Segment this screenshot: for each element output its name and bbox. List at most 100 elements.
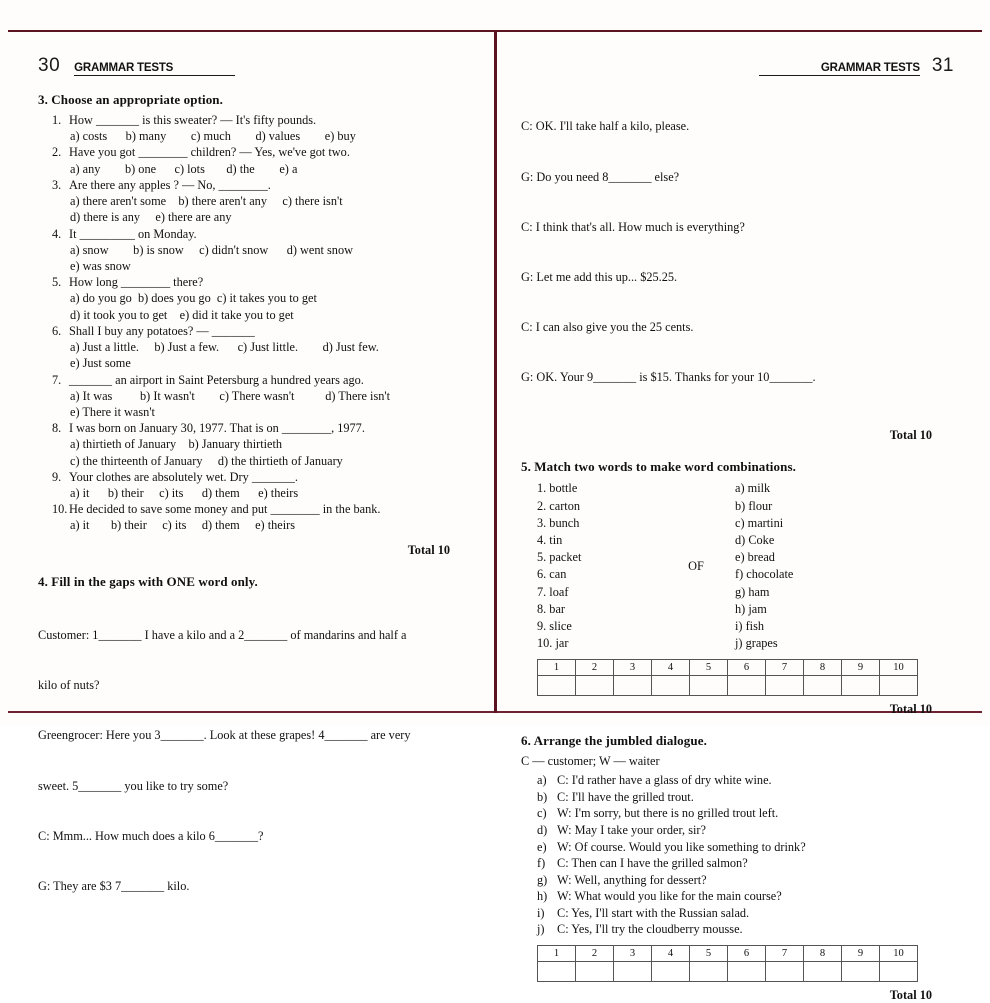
- exercise-4-dialogue-right: C: OK. I'll take half a kilo, please. G:…: [521, 85, 954, 419]
- grid-header-cell: 4: [651, 659, 690, 677]
- question-options[interactable]: a) it b) their c) its d) them e) theirs: [70, 485, 472, 501]
- running-head-left: 30 GRAMMAR TESTS: [38, 55, 472, 81]
- grid-answer-cell[interactable]: [727, 675, 766, 697]
- grid-answer-cell[interactable]: [575, 675, 614, 697]
- question-options[interactable]: a) snow b) is snow c) didn't snow d) wen…: [70, 242, 472, 274]
- dialogue-item[interactable]: j) C: Yes, I'll try the cloudberry mousse…: [537, 921, 954, 938]
- grid-answer-cell[interactable]: [537, 960, 576, 982]
- dialogue-line: C: OK. I'll take half a kilo, please.: [521, 119, 690, 134]
- item-text: W: Of course. Would you like something t…: [557, 839, 806, 854]
- grid-answer-cell[interactable]: [765, 960, 804, 982]
- grid-answer-cell[interactable]: [537, 675, 576, 697]
- dialogue-line[interactable]: G: Do you need 8_______ else?: [521, 169, 954, 186]
- grid-answer-cell[interactable]: [613, 675, 652, 697]
- match-right-item[interactable]: c) martini: [735, 515, 885, 532]
- match-left-item[interactable]: 6. can: [537, 566, 657, 583]
- grid-answer-cell[interactable]: [841, 675, 880, 697]
- grid-answer-cell[interactable]: [765, 675, 804, 697]
- page-right: GRAMMAR TESTS 31 C: OK. I'll take half a…: [497, 31, 982, 1002]
- match-left-item[interactable]: 8. bar: [537, 601, 657, 618]
- dialogue-line[interactable]: sweet. 5_______ you like to try some?: [38, 778, 472, 795]
- question-options[interactable]: a) there aren't some b) there aren't any…: [70, 193, 472, 225]
- running-head-rule-right: GRAMMAR TESTS: [758, 62, 920, 76]
- match-left-item[interactable]: 3. bunch: [537, 515, 657, 532]
- grid-header-row: 1 2 3 4 5 6 7 8 9 10: [537, 659, 918, 677]
- question-item: 6. Shall I buy any potatoes? — _______ a)…: [52, 323, 472, 372]
- dialogue-item[interactable]: e) W: Of course. Would you like something…: [537, 839, 954, 856]
- match-left-item[interactable]: 10. jar: [537, 635, 657, 652]
- dialogue-line[interactable]: G: OK. Your 9_______ is $15. Thanks for …: [521, 369, 954, 386]
- dialogue-line[interactable]: C: Mmm... How much does a kilo 6_______?: [38, 828, 472, 845]
- question-item: 1. How _______ is this sweater? — It's fi…: [52, 112, 472, 144]
- question-options[interactable]: a) it b) their c) its d) them e) theirs: [70, 517, 472, 533]
- dialogue-item[interactable]: h) W: What would you like for the main co…: [537, 888, 954, 905]
- question-item: 2. Have you got ________ children? — Yes,…: [52, 144, 472, 176]
- dialogue-item[interactable]: g) W: Well, anything for dessert?: [537, 872, 954, 889]
- question-options[interactable]: a) thirtieth of January b) January thirt…: [70, 436, 472, 468]
- dialogue-item[interactable]: c) W: I'm sorry, but there is no grilled …: [537, 805, 954, 822]
- match-left-item[interactable]: 4. tin: [537, 532, 657, 549]
- match-right-item[interactable]: d) Coke: [735, 532, 885, 549]
- item-letter: e): [537, 839, 547, 854]
- grid-header-cell: 3: [613, 659, 652, 677]
- question-options[interactable]: a) do you go b) does you go c) it takes …: [70, 290, 472, 322]
- question-number: 7.: [52, 372, 62, 387]
- match-right-item[interactable]: j) grapes: [735, 635, 885, 652]
- question-number: 8.: [52, 421, 62, 436]
- grid-answer-row: [537, 675, 918, 697]
- match-right-item[interactable]: b) flour: [735, 498, 885, 515]
- item-letter: h): [537, 889, 548, 904]
- match-right-item[interactable]: g) ham: [735, 584, 885, 601]
- item-letter: i): [537, 905, 545, 920]
- grid-header-row: 1 2 3 4 5 6 7 8 9 10: [537, 944, 918, 962]
- match-right-item[interactable]: a) milk: [735, 480, 885, 497]
- grid-answer-cell[interactable]: [879, 960, 918, 982]
- grid-answer-cell[interactable]: [841, 960, 880, 982]
- grid-answer-cell[interactable]: [803, 960, 842, 982]
- dialogue-item[interactable]: d) W: May I take your order, sir?: [537, 822, 954, 839]
- grid-header-cell: 3: [613, 944, 652, 962]
- question-options[interactable]: a) costs b) many c) much d) values e) bu…: [70, 128, 472, 144]
- dialogue-item[interactable]: b) C: I'll have the grilled trout.: [537, 789, 954, 806]
- question-item: 7. _______ an airport in Saint Petersburg…: [52, 372, 472, 421]
- grid-answer-cell[interactable]: [689, 675, 728, 697]
- grid-answer-cell[interactable]: [651, 675, 690, 697]
- grid-answer-cell[interactable]: [575, 960, 614, 982]
- exercise-5-title: 5. Match two words to make word combinat…: [521, 459, 796, 475]
- match-right-item[interactable]: i) fish: [735, 618, 885, 635]
- dialogue-line[interactable]: Customer: 1_______ I have a kilo and a 2…: [38, 627, 472, 644]
- match-left-item[interactable]: 5. packet: [537, 549, 657, 566]
- dialogue-item[interactable]: f) C: Then can I have the grilled salmon?: [537, 855, 954, 872]
- dialogue-line[interactable]: G: They are $3 7_______ kilo.: [38, 878, 472, 895]
- match-right-column: a) milk b) flour c) martini d) Coke e) b…: [735, 480, 885, 652]
- match-right-item[interactable]: f) chocolate: [735, 566, 885, 583]
- exercise-6-answer-grid: 1 2 3 4 5 6 7 8 9 10: [537, 944, 918, 982]
- grid-answer-cell[interactable]: [879, 675, 918, 697]
- grid-answer-cell[interactable]: [613, 960, 652, 982]
- exercise-3-questions: 1. How _______ is this sweater? — It's fi…: [38, 112, 472, 534]
- dialogue-item[interactable]: i) C: Yes, I'll start with the Russian sa…: [537, 905, 954, 922]
- dialogue-line[interactable]: Greengrocer: Here you 3_______. Look at …: [38, 727, 472, 744]
- match-left-item[interactable]: 1. bottle: [537, 480, 657, 497]
- running-head-rule-left: GRAMMAR TESTS: [74, 62, 236, 76]
- dialogue-item[interactable]: a) C: I'd rather have a glass of dry whit…: [537, 772, 954, 789]
- question-options[interactable]: a) It was b) It wasn't c) There wasn't d…: [70, 388, 472, 420]
- match-left-item[interactable]: 9. slice: [537, 618, 657, 635]
- match-right-item[interactable]: e) bread: [735, 549, 885, 566]
- question-stem: _______ an airport in Saint Petersburg a…: [69, 372, 364, 387]
- item-letter: b): [537, 789, 548, 804]
- question-options[interactable]: a) any b) one c) lots d) the e) a: [70, 161, 472, 177]
- question-stem: It _________ on Monday.: [69, 226, 197, 241]
- match-left-item[interactable]: 2. carton: [537, 498, 657, 515]
- match-left-item[interactable]: 7. loaf: [537, 584, 657, 601]
- grid-answer-cell[interactable]: [689, 960, 728, 982]
- question-stem: Shall I buy any potatoes? — _______: [69, 323, 255, 338]
- grid-answer-row: [537, 960, 918, 982]
- question-number: 5.: [52, 275, 62, 290]
- running-head-text-left: GRAMMAR TESTS: [74, 62, 174, 74]
- match-right-item[interactable]: h) jam: [735, 601, 885, 618]
- grid-answer-cell[interactable]: [651, 960, 690, 982]
- question-options[interactable]: a) Just a little. b) Just a few. c) Just…: [70, 339, 472, 371]
- grid-answer-cell[interactable]: [803, 675, 842, 697]
- grid-answer-cell[interactable]: [727, 960, 766, 982]
